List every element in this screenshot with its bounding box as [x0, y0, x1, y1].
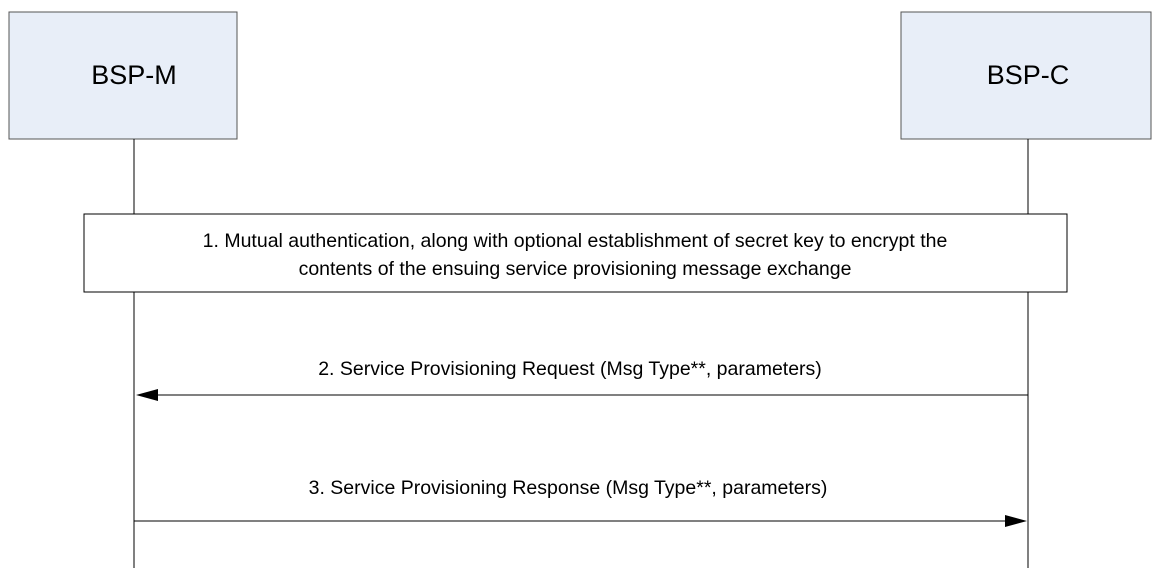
step-3-label: 3. Service Provisioning Response (Msg Ty…: [309, 477, 828, 499]
step-2-arrowhead: [136, 389, 158, 401]
step-1-line-1: 1. Mutual authentication, along with opt…: [203, 230, 948, 252]
step-2-label: 2. Service Provisioning Request (Msg Typ…: [318, 358, 822, 380]
participant-bsp-m-label: BSP-M: [91, 60, 177, 90]
participant-bsp-c-label: BSP-C: [987, 60, 1070, 90]
sequence-diagram: BSP-M BSP-C 1. Mutual authentication, al…: [8, 11, 1152, 568]
step-1-box: [83, 213, 1068, 293]
step-1-line-2: contents of the ensuing service provisio…: [299, 258, 852, 280]
step-3-arrowhead: [1005, 515, 1027, 527]
